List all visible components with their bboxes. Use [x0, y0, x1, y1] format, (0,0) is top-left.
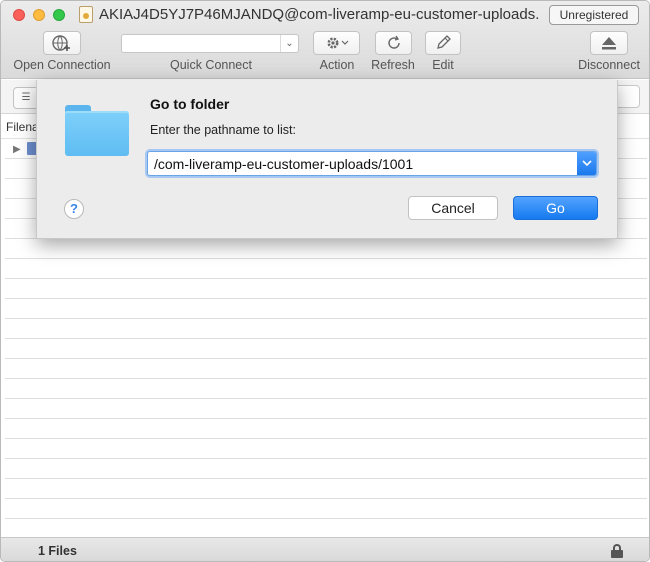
gear-icon: [327, 37, 348, 49]
window-title: AKIAJ4D5YJ7P46MJANDQ@com-liveramp-eu-cus…: [99, 6, 539, 23]
dialog-title: Go to folder: [150, 96, 230, 112]
open-connection-button[interactable]: [43, 31, 81, 55]
filename-column-label: Filena: [6, 120, 39, 134]
refresh-label: Refresh: [371, 58, 415, 72]
refresh-button[interactable]: [375, 31, 412, 55]
pathname-input[interactable]: [147, 151, 597, 176]
lock-icon[interactable]: [611, 544, 623, 558]
chevron-down-icon: ⌄: [280, 35, 298, 52]
path-history-dropdown[interactable]: [577, 152, 596, 175]
quick-connect-select[interactable]: ⌄: [121, 34, 299, 53]
title-toolbar: AKIAJ4D5YJ7P46MJANDQ@com-liveramp-eu-cus…: [1, 1, 649, 79]
minimize-window-button[interactable]: [33, 9, 45, 21]
globe-plus-icon: [52, 35, 70, 51]
go-button[interactable]: Go: [513, 196, 598, 220]
dialog-message: Enter the pathname to list:: [150, 123, 296, 137]
pencil-icon: [437, 35, 451, 49]
status-bar: 1 Files: [1, 537, 649, 561]
help-button[interactable]: ?: [64, 199, 84, 219]
cancel-button[interactable]: Cancel: [408, 196, 498, 220]
unregistered-badge[interactable]: Unregistered: [549, 5, 639, 25]
chevron-down-icon: [581, 160, 592, 167]
edit-button[interactable]: [425, 31, 461, 55]
open-connection-label: Open Connection: [13, 58, 111, 72]
app-window: AKIAJ4D5YJ7P46MJANDQ@com-liveramp-eu-cus…: [0, 0, 650, 562]
eject-icon: [602, 37, 616, 50]
refresh-icon: [387, 35, 400, 49]
document-proxy-icon: [79, 6, 93, 23]
quick-connect-label: Quick Connect: [170, 58, 252, 72]
edit-label: Edit: [432, 58, 454, 72]
disclosure-triangle-icon[interactable]: ▶: [13, 144, 21, 155]
action-button[interactable]: [313, 31, 360, 55]
disconnect-button[interactable]: [590, 31, 628, 55]
action-label: Action: [319, 58, 355, 72]
go-to-folder-dialog: Go to folder Enter the pathname to list:…: [36, 80, 618, 239]
file-count: 1 Files: [38, 544, 77, 558]
close-window-button[interactable]: [13, 9, 25, 21]
folder-icon: [65, 105, 129, 156]
zoom-window-button[interactable]: [53, 9, 65, 21]
outline-icon: ☰: [21, 92, 31, 103]
disconnect-label: Disconnect: [578, 58, 640, 72]
